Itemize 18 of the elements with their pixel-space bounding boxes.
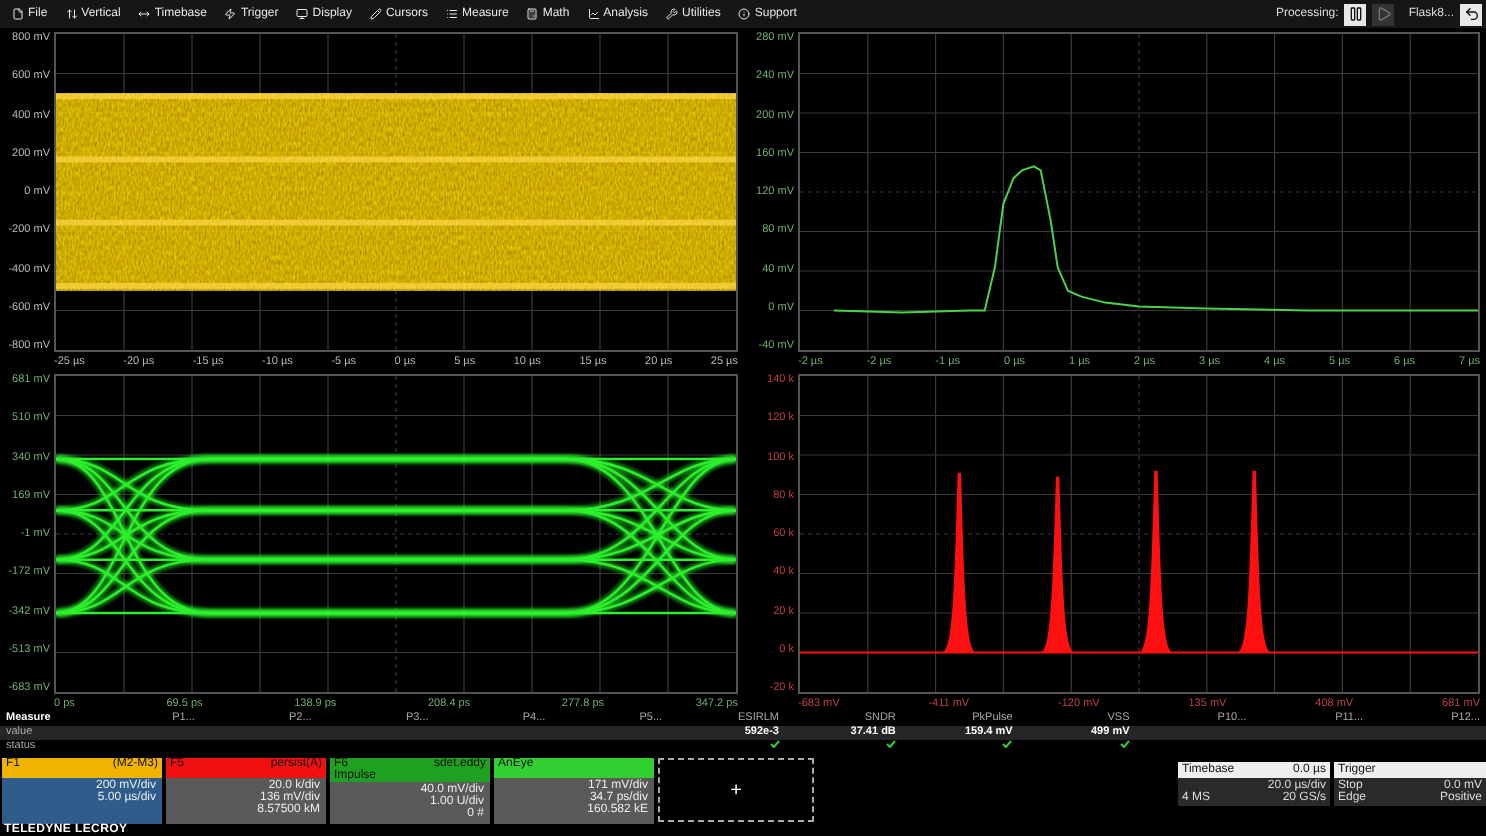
line-chart-icon bbox=[587, 8, 600, 20]
wrench-icon bbox=[666, 8, 679, 20]
pause-button[interactable] bbox=[1344, 3, 1367, 25]
undo-icon bbox=[1463, 6, 1479, 22]
monitor-icon bbox=[296, 8, 309, 20]
horizontal-arrows-icon bbox=[138, 8, 151, 20]
vertical-arrows-icon bbox=[65, 8, 78, 20]
pause-icon bbox=[1347, 6, 1364, 22]
lightning-icon bbox=[224, 8, 237, 20]
undo-button[interactable] bbox=[1460, 3, 1482, 25]
file-icon bbox=[12, 8, 24, 20]
list-icon bbox=[445, 8, 458, 20]
add-trace-button[interactable]: + bbox=[658, 758, 814, 822]
calculator-icon bbox=[526, 8, 539, 20]
play-icon bbox=[1375, 6, 1392, 22]
pencil-icon bbox=[369, 8, 382, 20]
play-button[interactable] bbox=[1372, 3, 1395, 25]
info-icon bbox=[738, 8, 751, 20]
